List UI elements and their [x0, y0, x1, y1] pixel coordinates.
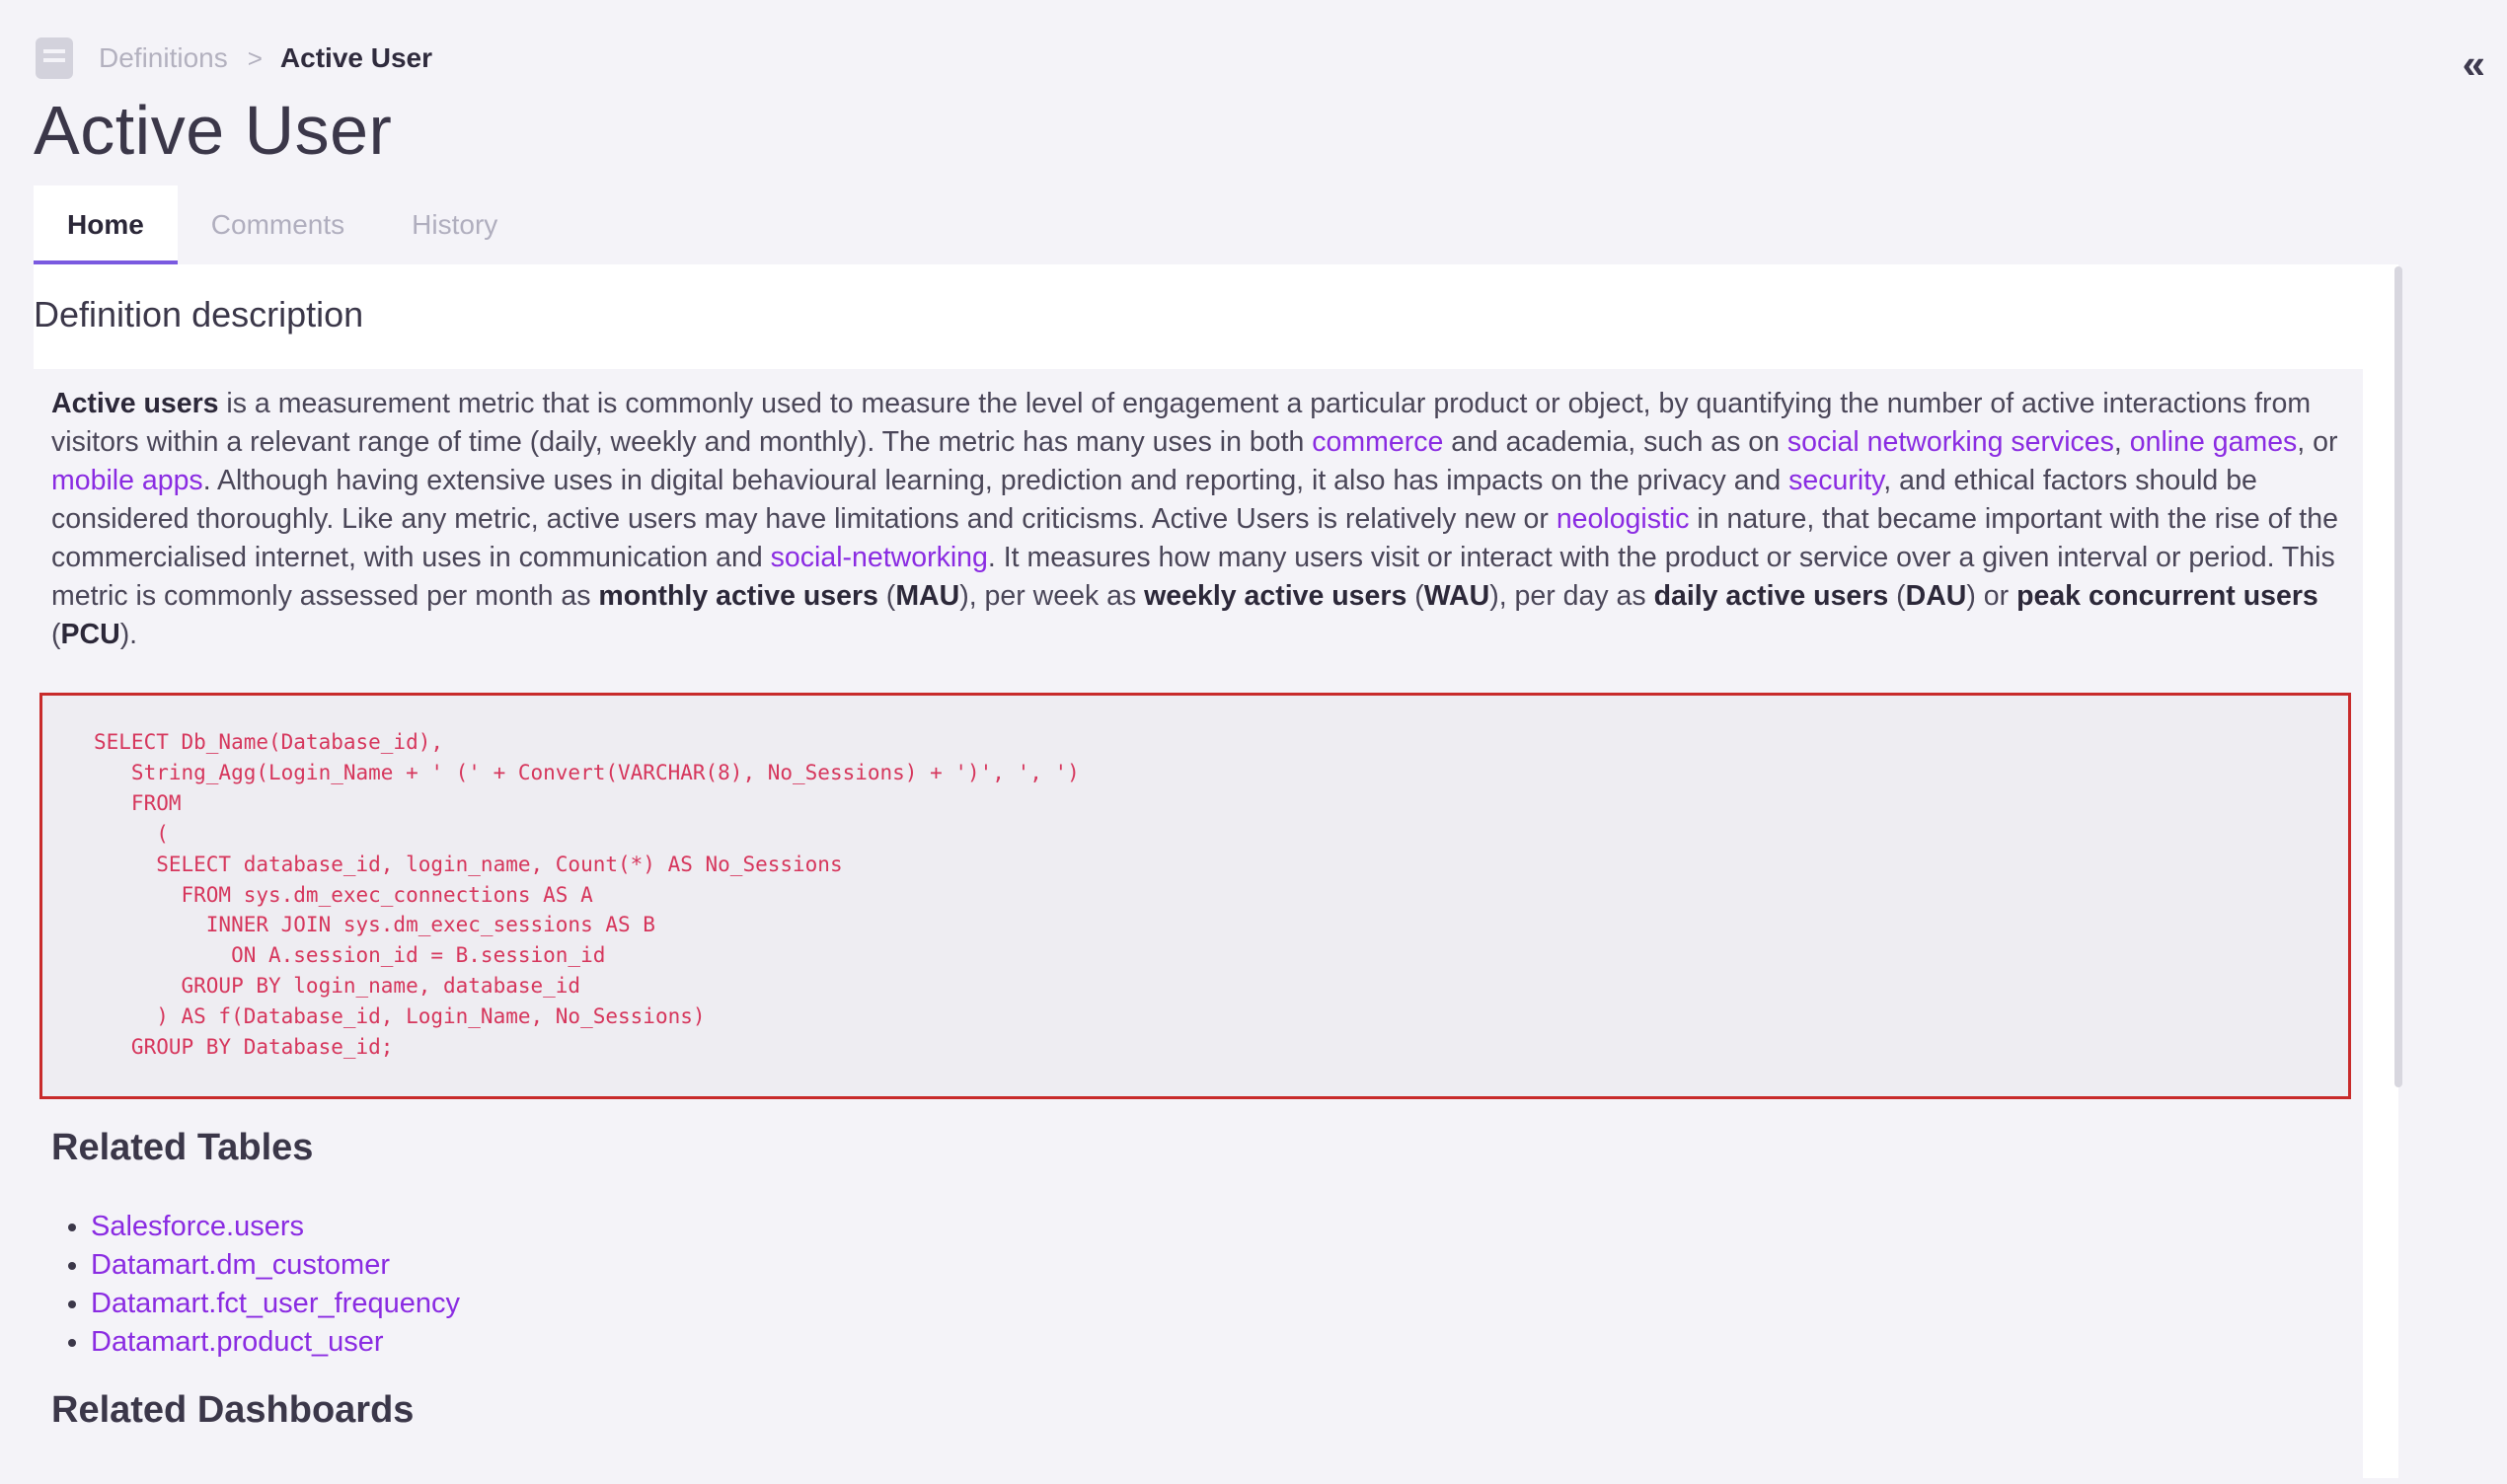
table-link-fct-user-frequency[interactable]: Datamart.fct_user_frequency [91, 1288, 460, 1319]
description-text: ( [1406, 580, 1424, 612]
description-bold-term: WAU [1423, 580, 1490, 612]
description-bold-term: monthly active users [598, 580, 878, 612]
description-text: ( [877, 580, 896, 612]
tab-bar: Home Comments History [34, 186, 531, 264]
breadcrumb-definitions-link[interactable]: Definitions [99, 42, 228, 74]
description-link[interactable]: mobile apps [51, 465, 203, 496]
description-link[interactable]: social networking services [1787, 426, 2114, 458]
list-item: Datamart.product_user [91, 1323, 460, 1362]
breadcrumb-current: Active User [279, 42, 433, 73]
table-link-product-user[interactable]: Datamart.product_user [91, 1326, 384, 1358]
description-text: . Although having extensive uses in digi… [202, 465, 1789, 496]
description-link[interactable]: security [1788, 465, 1883, 496]
description-bold-term: MAU [895, 580, 960, 612]
tab-home[interactable]: Home [34, 186, 178, 264]
breadcrumb: Definitions > Active User [36, 36, 432, 81]
document-icon [36, 37, 73, 79]
section-title: Definition description [34, 294, 364, 334]
related-tables-heading: Related Tables [51, 1127, 314, 1168]
tab-history[interactable]: History [378, 186, 531, 264]
description-text: ). [119, 619, 138, 650]
description-bold-term: daily active users [1653, 580, 1889, 612]
description-link[interactable]: online games [2130, 426, 2298, 458]
description-text: ) or [1966, 580, 2017, 612]
main-panel: Definition description Active users is a… [34, 264, 2398, 1484]
related-dashboards-heading: Related Dashboards [51, 1389, 415, 1431]
description-text: and academia, such as on [1443, 426, 1787, 458]
definition-content: Active users is a measurement metric tha… [34, 369, 2363, 1484]
table-link-dm-customer[interactable]: Datamart.dm_customer [91, 1249, 390, 1281]
description-link[interactable]: neologistic [1557, 503, 1690, 535]
breadcrumb-separator-icon: > [247, 42, 263, 73]
description-bold-term: weekly active users [1144, 580, 1407, 612]
description-text: ( [51, 619, 61, 650]
list-item: Salesforce.users [91, 1208, 460, 1246]
scrollbar[interactable] [2394, 266, 2402, 1087]
list-item: Datamart.dm_customer [91, 1246, 460, 1285]
description-link[interactable]: social-networking [771, 542, 988, 573]
sql-code-block[interactable]: SELECT Db_Name(Database_id), String_Agg(… [39, 693, 2351, 1099]
description-text: ( [1888, 580, 1906, 612]
definition-description: Active users is a measurement metric tha… [51, 385, 2361, 654]
description-text: ), per day as [1489, 580, 1654, 612]
related-tables-list: Salesforce.users Datamart.dm_customer Da… [51, 1208, 460, 1362]
list-item: Datamart.fct_user_frequency [91, 1285, 460, 1323]
description-bold-term: Active users [51, 388, 219, 419]
collapse-panel-icon[interactable]: « [2463, 43, 2485, 85]
description-bold-term: DAU [1905, 580, 1967, 612]
tab-comments[interactable]: Comments [178, 186, 378, 264]
sql-code: SELECT Db_Name(Database_id), String_Agg(… [94, 730, 1080, 1060]
description-text: , or [2297, 426, 2338, 458]
description-link[interactable]: commerce [1312, 426, 1443, 458]
description-text: , [2113, 426, 2130, 458]
table-link-salesforce-users[interactable]: Salesforce.users [91, 1211, 304, 1242]
description-bold-term: PCU [60, 619, 120, 650]
description-bold-term: peak concurrent users [2016, 580, 2318, 612]
page-title: Active User [34, 92, 393, 169]
description-text: ), per week as [959, 580, 1145, 612]
